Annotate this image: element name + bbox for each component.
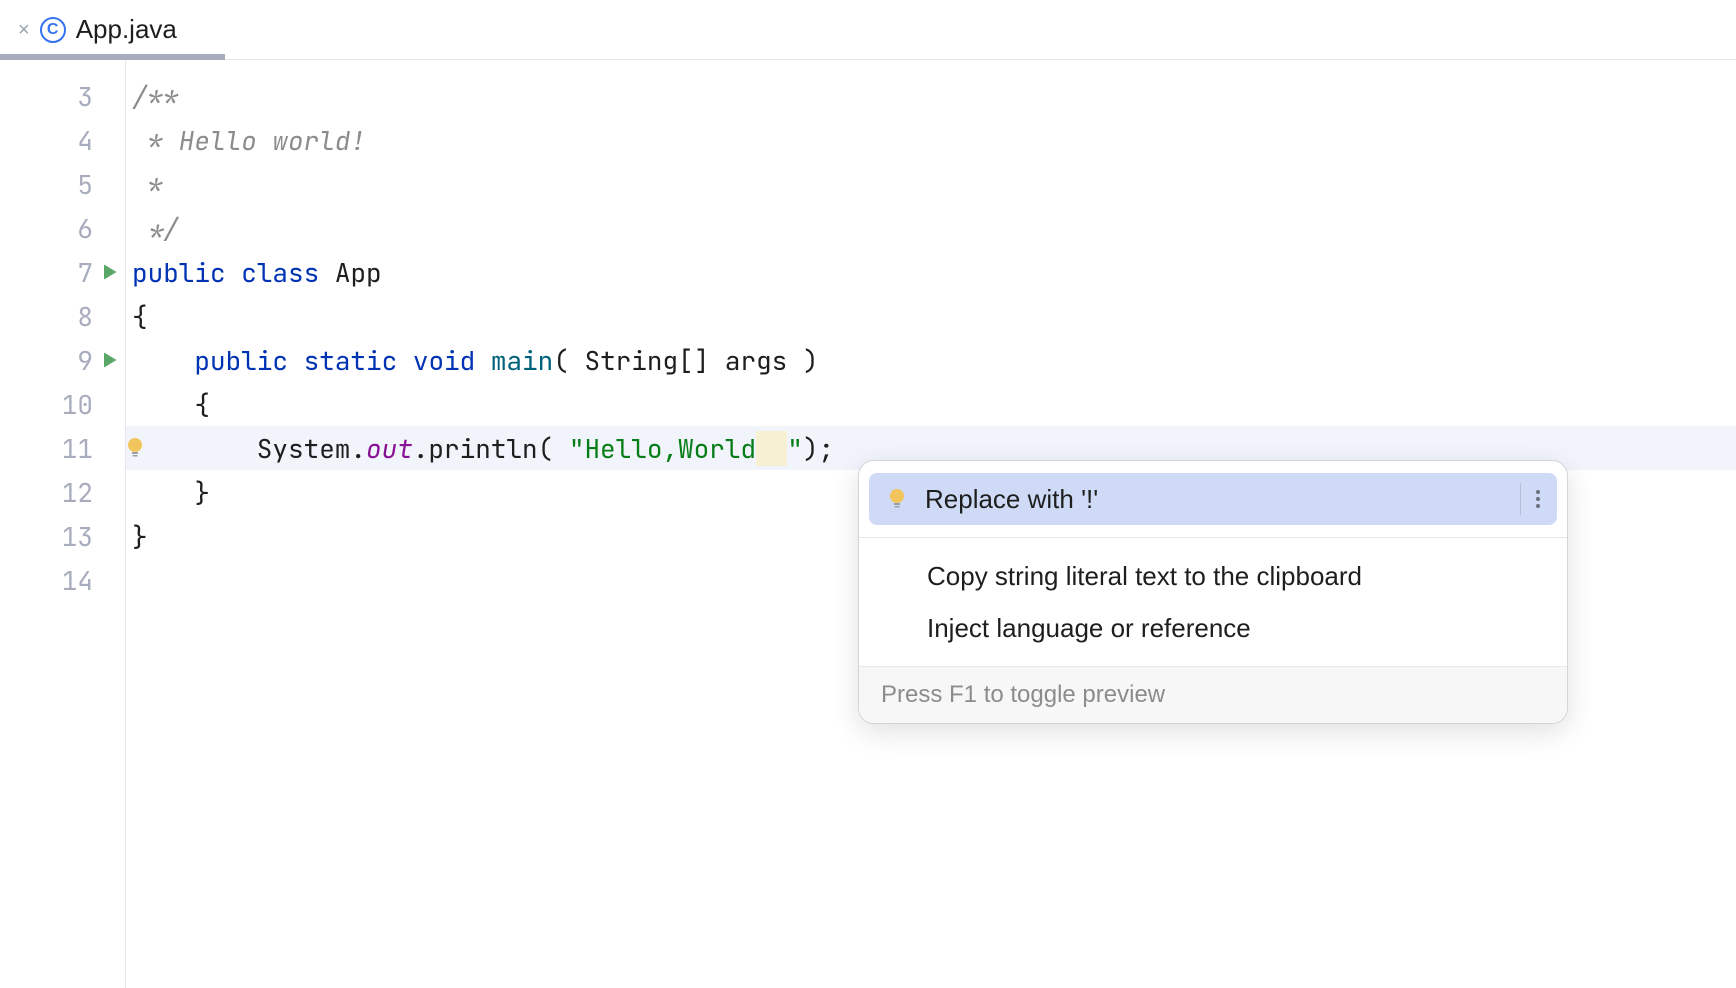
gutter-row[interactable]: 8 — [0, 294, 125, 338]
gutter-row[interactable]: 7 — [0, 250, 125, 294]
line-number: 3 — [77, 79, 93, 114]
editor-area: 3 4 5 6 7 8 9 10 11 12 13 14 /** * Hello… — [0, 60, 1736, 988]
gutter-row[interactable]: 13 — [0, 514, 125, 558]
gutter-row[interactable]: 14 — [0, 558, 125, 602]
line-number: 4 — [77, 123, 93, 158]
code-line[interactable]: public class App — [126, 250, 1736, 294]
gutter: 3 4 5 6 7 8 9 10 11 12 13 14 — [0, 60, 126, 988]
gutter-row[interactable]: 11 — [0, 426, 125, 470]
gutter-row[interactable]: 4 — [0, 118, 125, 162]
intention-inject-item[interactable]: Inject language or reference — [869, 602, 1557, 654]
code-area[interactable]: /** * Hello world! * */ public class App… — [126, 60, 1736, 988]
editor-tab[interactable]: × C App.java — [0, 0, 195, 59]
code-line[interactable]: * Hello world! — [126, 118, 1736, 162]
intention-item-label: Replace with '!' — [925, 484, 1504, 515]
line-number: 5 — [77, 167, 93, 202]
line-number: 9 — [77, 343, 93, 378]
gutter-row[interactable]: 5 — [0, 162, 125, 206]
popup-section: Replace with '!' — [859, 461, 1567, 537]
run-icon[interactable] — [99, 350, 119, 370]
line-number: 11 — [62, 431, 93, 466]
gutter-row[interactable]: 10 — [0, 382, 125, 426]
intention-copy-item[interactable]: Copy string literal text to the clipboar… — [869, 550, 1557, 602]
intention-item-label: Copy string literal text to the clipboar… — [927, 561, 1541, 592]
popup-section: Copy string literal text to the clipboar… — [859, 538, 1567, 666]
line-number: 12 — [62, 475, 93, 510]
popup-footer-hint: Press F1 to toggle preview — [859, 666, 1567, 723]
code-line[interactable]: { — [126, 382, 1736, 426]
line-number: 7 — [77, 255, 93, 290]
line-number: 13 — [62, 519, 93, 554]
java-class-icon: C — [40, 17, 66, 43]
line-number: 14 — [62, 563, 93, 598]
tab-filename: App.java — [76, 14, 177, 45]
code-line[interactable]: public static void main( String[] args ) — [126, 338, 1736, 382]
intention-popup: Replace with '!' Copy string literal tex… — [858, 460, 1568, 724]
code-line[interactable]: * — [126, 162, 1736, 206]
bulb-icon — [885, 487, 909, 511]
gutter-row[interactable]: 6 — [0, 206, 125, 250]
intention-bulb-icon[interactable] — [123, 436, 147, 460]
code-line[interactable]: { — [126, 294, 1736, 338]
gutter-row[interactable]: 9 — [0, 338, 125, 382]
line-number: 8 — [77, 299, 93, 334]
code-line[interactable]: /** — [126, 74, 1736, 118]
close-icon[interactable]: × — [18, 20, 30, 40]
run-icon[interactable] — [99, 262, 119, 282]
line-number: 10 — [62, 387, 93, 422]
gutter-row[interactable]: 12 — [0, 470, 125, 514]
code-line[interactable]: */ — [126, 206, 1736, 250]
line-number: 6 — [77, 211, 93, 246]
typo-highlight — [756, 431, 787, 466]
more-options-icon[interactable] — [1520, 483, 1541, 515]
gutter-row[interactable]: 3 — [0, 74, 125, 118]
tab-bar: × C App.java — [0, 0, 1736, 60]
intention-replace-item[interactable]: Replace with '!' — [869, 473, 1557, 525]
intention-item-label: Inject language or reference — [927, 613, 1541, 644]
